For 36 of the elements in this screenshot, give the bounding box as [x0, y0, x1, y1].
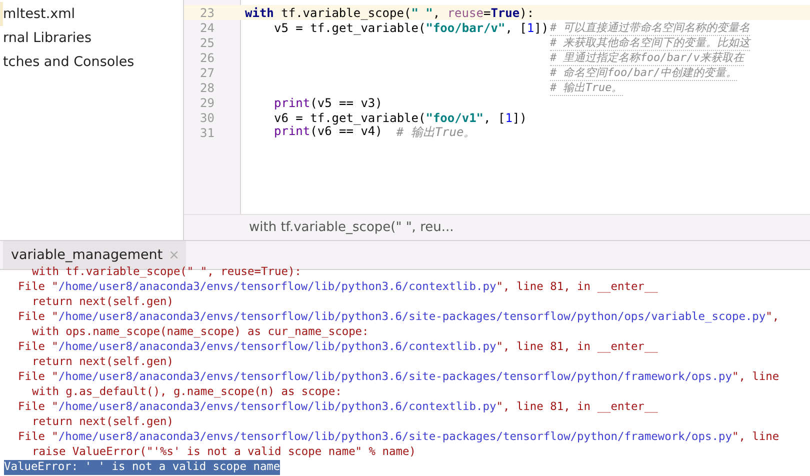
- traceback-file-line: File "/home/user8/anaconda3/envs/tensorflow/lib/python3.6/site-packages/tensorflow/python/framework/ops.py", line: [17, 430, 780, 445]
- error-message: ValueError: ' ' is not a valid scope name: [3, 460, 282, 475]
- traceback-file-line: File "/home/user8/anaconda3/envs/tensorflow/lib/python3.6/site-packages/tensorflow/python/framework/ops.py", line: [17, 370, 780, 385]
- line-number: 31: [199, 126, 216, 140]
- tree-item[interactable]: tches and Consoles: [0, 50, 183, 74]
- line-number: 25: [199, 36, 216, 50]
- traceback-file-line: File "/home/user8/anaconda3/envs/tensorflow/lib/python3.6/contextlib.py", line 81, in __enter__: [17, 280, 659, 295]
- traceback-file-line: File "/home/user8/anaconda3/envs/tensorflow/lib/python3.6/contextlib.py", line 81, in __enter__: [17, 400, 659, 415]
- code-comment: # 里通过指定名称foo/bar/v来获取在: [550, 50, 744, 66]
- traceback-code-line: with g.as_default(), g.name_scope(n) as scope:: [31, 385, 343, 400]
- code-line: print(v6 == v4) # 输出True。: [273, 124, 476, 141]
- code-line: v5 = tf.get_variable("foo/bar/v", [1]): [273, 20, 549, 34]
- code-editor[interactable]: [184, 0, 810, 214]
- breadcrumb[interactable]: with tf.variable_scope(" ", reu...: [184, 214, 810, 240]
- code-comment: # 输出True。: [550, 80, 623, 96]
- code-line: with tf.variable_scope(" ", reuse=True):: [245, 6, 534, 20]
- line-number: 29: [199, 96, 216, 110]
- line-number: 24: [199, 20, 216, 34]
- tree-item[interactable]: rnal Libraries: [0, 26, 183, 50]
- code-comment: # 命名空间foo/bar/中创建的变量。: [550, 64, 738, 80]
- code-line: v6 = tf.get_variable("foo/v1", [1]): [273, 110, 527, 124]
- line-number: 28: [199, 80, 216, 94]
- traceback-code-line: raise ValueError("'%s' is not a valid scope name" % name): [31, 445, 417, 460]
- code-comment: # 来获取其他命名空间下的变量。比如这: [550, 34, 750, 50]
- traceback-file-line: File "/home/user8/anaconda3/envs/tensorflow/lib/python3.6/contextlib.py", line 81, in __enter__: [17, 340, 659, 355]
- traceback-code-line: return next(self.gen): [31, 355, 174, 370]
- traceback-code-line: return next(self.gen): [31, 295, 174, 310]
- traceback-code-line: return next(self.gen): [31, 415, 174, 430]
- line-number: 23: [199, 6, 216, 20]
- line-number: 27: [199, 66, 216, 80]
- code-line: print(v5 == v3): [273, 96, 382, 110]
- traceback-file-line: File "/home/user8/anaconda3/envs/tensorflow/lib/python3.6/site-packages/tensorflow/python/ops/variable_scope.py",: [17, 310, 780, 325]
- line-number: 26: [199, 50, 216, 64]
- traceback-code-line: with ops.name_scope(name_scope) as cur_name_scope:: [31, 325, 370, 340]
- code-comment: # 可以直接通过带命名空间名称的变量名: [550, 20, 750, 36]
- line-number: 30: [199, 110, 216, 124]
